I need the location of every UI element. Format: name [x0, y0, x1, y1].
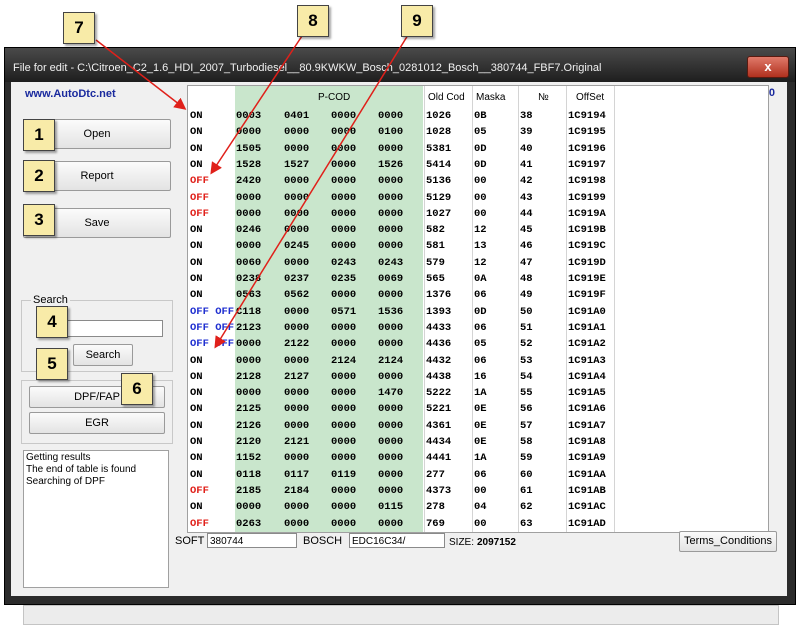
callout-7: 7	[63, 12, 95, 44]
status-bar	[23, 605, 779, 625]
callout-3: 3	[23, 204, 55, 236]
callout-9: 9	[401, 5, 433, 37]
callout-5: 5	[36, 348, 68, 380]
arrow-7	[95, 39, 187, 110]
callout-4: 4	[36, 306, 68, 338]
callout-1: 1	[23, 119, 55, 151]
callout-6: 6	[121, 373, 153, 405]
callout-8: 8	[297, 5, 329, 37]
annotation-arrows	[95, 34, 409, 349]
callout-2: 2	[23, 160, 55, 192]
arrow-9	[214, 34, 409, 349]
arrow-8	[210, 35, 303, 175]
